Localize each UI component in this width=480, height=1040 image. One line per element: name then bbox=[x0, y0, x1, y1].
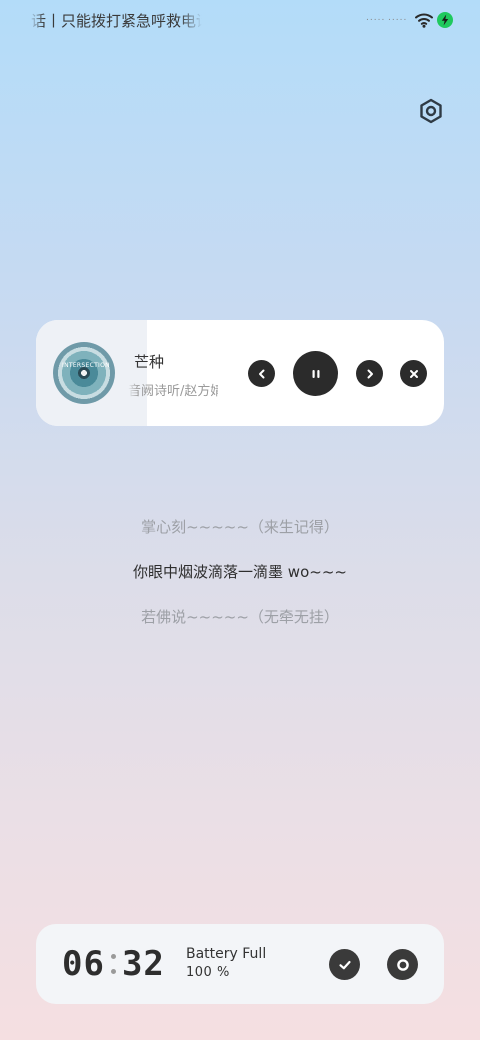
hexagon-settings-icon bbox=[420, 98, 442, 124]
settings-button[interactable] bbox=[417, 97, 445, 125]
close-player-button[interactable] bbox=[400, 360, 427, 387]
song-title: 芒种 bbox=[134, 353, 165, 371]
previous-button[interactable] bbox=[248, 360, 275, 387]
signal-indicator-2: ..... bbox=[388, 13, 408, 23]
previous-icon bbox=[258, 369, 264, 378]
album-art-text: INTERSECTION bbox=[62, 362, 110, 369]
charging-bolt-icon bbox=[437, 12, 453, 28]
song-artist: 音阙诗听/赵方婧 bbox=[128, 384, 218, 399]
clock-dot-bottom bbox=[110, 969, 116, 974]
battery-status-label: Battery Full bbox=[186, 946, 267, 962]
clock-separator bbox=[110, 954, 116, 974]
battery-percent: 100 % bbox=[186, 965, 230, 980]
carrier-notice-text: 电话丨只能拨打紧急呼救电话 bbox=[30, 12, 202, 30]
signal-indicator: ..... bbox=[366, 13, 386, 23]
lyric-previous-line: 掌心刻~~~~~（来生记得） bbox=[141, 518, 339, 536]
carrier-notice: 电话丨只能拨打紧急呼救电话 bbox=[30, 10, 202, 32]
album-art[interactable]: INTERSECTION bbox=[53, 342, 115, 404]
clock-hours: 06 bbox=[62, 944, 105, 984]
next-button[interactable] bbox=[356, 360, 383, 387]
next-icon bbox=[367, 369, 373, 378]
lyric-next-line: 若佛说~~~~~（无牵无挂） bbox=[141, 608, 339, 626]
check-icon bbox=[338, 960, 351, 969]
lyric-current-line: 你眼中烟波滴落一滴墨 wo~~~ bbox=[133, 563, 347, 581]
clock-minutes: 32 bbox=[121, 944, 165, 984]
music-player-card: INTERSECTION 芒种 音阙诗听/赵方婧 bbox=[36, 320, 444, 426]
clock: 06 32 bbox=[62, 944, 165, 984]
clock-dot-top bbox=[110, 954, 116, 959]
pause-button[interactable] bbox=[293, 351, 338, 396]
check-button[interactable] bbox=[329, 949, 360, 980]
record-icon bbox=[396, 958, 409, 971]
wifi-icon bbox=[415, 13, 433, 28]
pause-icon bbox=[312, 369, 319, 378]
close-icon bbox=[409, 369, 418, 378]
clock-battery-widget: 06 32 Battery Full 100 % bbox=[36, 924, 444, 1004]
status-bar: 电话丨只能拨打紧急呼救电话 ..... ..... bbox=[0, 0, 480, 42]
record-button[interactable] bbox=[387, 949, 418, 980]
